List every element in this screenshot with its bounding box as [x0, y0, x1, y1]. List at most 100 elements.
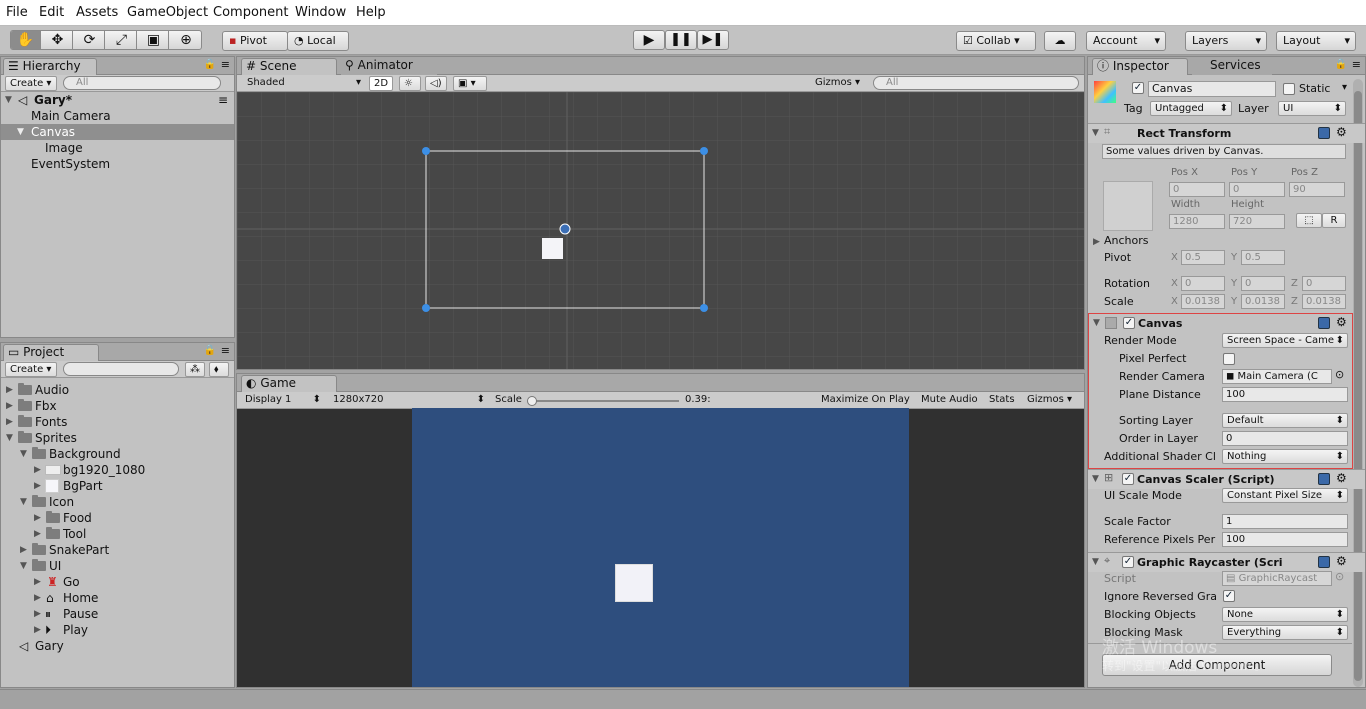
- tab-services[interactable]: Services: [1192, 58, 1272, 75]
- shading-dropdown[interactable]: Shaded ▾: [243, 76, 363, 91]
- mute-audio-toggle[interactable]: Mute Audio: [917, 393, 981, 408]
- expand-icon[interactable]: ▶: [34, 574, 41, 590]
- expand-icon[interactable]: ▶: [6, 382, 13, 398]
- transform-tool-icon[interactable]: ⊕: [171, 31, 201, 49]
- expand-icon[interactable]: ▼: [1092, 128, 1099, 138]
- pivot-button[interactable]: ▪ Pivot: [222, 31, 288, 51]
- play-button[interactable]: ▶: [633, 30, 665, 50]
- panel-menu-icon[interactable]: ≡: [1352, 58, 1361, 71]
- hierarchy-item[interactable]: Image: [1, 140, 234, 156]
- panel-menu-icon[interactable]: ≡: [221, 58, 230, 71]
- expand-icon[interactable]: ▼: [6, 430, 13, 446]
- scale-x-field[interactable]: 0.0138: [1181, 294, 1225, 309]
- hierarchy-create-button[interactable]: Create ▾: [5, 76, 57, 91]
- blocking-objects-dropdown[interactable]: None ⬍: [1222, 607, 1348, 622]
- menu-window[interactable]: Window: [295, 5, 346, 20]
- canvas-enabled-checkbox[interactable]: ✓: [1123, 317, 1135, 329]
- panel-menu-icon[interactable]: ≡: [221, 344, 230, 357]
- menu-gameobject[interactable]: GameObject: [127, 5, 208, 20]
- scene-root[interactable]: ▼ ◁ Gary* ≡: [1, 92, 234, 108]
- posz-field[interactable]: 90: [1289, 182, 1345, 197]
- inspector-scrollbar[interactable]: [1353, 79, 1363, 687]
- project-folder[interactable]: ▶ Fbx: [1, 398, 234, 414]
- tab-inspector[interactable]: ⓘ Inspector: [1092, 58, 1188, 75]
- posy-field[interactable]: 0: [1229, 182, 1285, 197]
- plane-distance-field[interactable]: 100: [1222, 387, 1348, 402]
- rotation-x-field[interactable]: 0: [1181, 276, 1225, 291]
- project-asset[interactable]: ▶ ⏸ Pause: [1, 606, 234, 622]
- project-asset[interactable]: ◁ Gary: [1, 638, 234, 654]
- filter-type-icon[interactable]: ⁂: [185, 362, 205, 377]
- collab-button[interactable]: ☑ Collab ▾: [956, 31, 1036, 51]
- tab-project[interactable]: ▭ Project: [3, 344, 99, 361]
- cloud-button[interactable]: ☁: [1044, 31, 1076, 51]
- expand-icon[interactable]: ▼: [17, 124, 24, 140]
- scene-viewport[interactable]: [237, 92, 1084, 369]
- project-asset[interactable]: ▶ ⌂ Home: [1, 590, 234, 606]
- rect-handle[interactable]: [422, 147, 430, 155]
- lock-icon[interactable]: 🔒: [204, 59, 216, 70]
- expand-icon[interactable]: ▼: [20, 558, 27, 574]
- hierarchy-search-input[interactable]: All: [63, 76, 221, 90]
- ignore-reversed-checkbox[interactable]: ✓: [1223, 590, 1235, 602]
- scale-slider[interactable]: [527, 396, 679, 406]
- audio-toggle[interactable]: ◁): [425, 76, 447, 91]
- project-folder[interactable]: ▶ Fonts: [1, 414, 234, 430]
- rect-transform-header[interactable]: ▼ ⌗ Rect Transform ⚙: [1088, 123, 1365, 143]
- tab-hierarchy[interactable]: ☰ Hierarchy: [3, 58, 97, 75]
- filter-label-icon[interactable]: ⬧: [209, 362, 229, 377]
- width-field[interactable]: 1280: [1169, 214, 1225, 229]
- rotate-tool-icon[interactable]: ⟳: [75, 31, 105, 49]
- raw-edit-button[interactable]: R: [1322, 213, 1346, 228]
- project-asset[interactable]: ▶ BgPart: [1, 478, 234, 494]
- project-folder[interactable]: ▶ SnakePart: [1, 542, 234, 558]
- project-folder[interactable]: ▶ Food: [1, 510, 234, 526]
- pixel-perfect-checkbox[interactable]: [1223, 353, 1235, 365]
- expand-icon[interactable]: ▶: [34, 590, 41, 606]
- project-folder[interactable]: ▼ Background: [1, 446, 234, 462]
- render-camera-field[interactable]: ◼ Main Camera (C: [1222, 369, 1332, 384]
- project-folder[interactable]: ▼ UI: [1, 558, 234, 574]
- project-folder[interactable]: ▶ Tool: [1, 526, 234, 542]
- hierarchy-item-selected[interactable]: ▼ Canvas: [1, 124, 234, 140]
- active-checkbox[interactable]: ✓: [1132, 82, 1144, 94]
- static-checkbox[interactable]: [1283, 83, 1295, 95]
- project-folder[interactable]: ▼ Sprites: [1, 430, 234, 446]
- rect-handle[interactable]: [422, 304, 430, 312]
- gameobject-name-field[interactable]: Canvas: [1148, 81, 1276, 97]
- hierarchy-item[interactable]: Main Camera: [1, 108, 234, 124]
- hand-tool-icon[interactable]: ✋: [11, 31, 41, 49]
- rect-handle[interactable]: [700, 304, 708, 312]
- gear-icon[interactable]: ⚙: [1336, 315, 1347, 329]
- menu-assets[interactable]: Assets: [76, 5, 118, 20]
- tag-dropdown[interactable]: Untagged ⬍: [1150, 101, 1232, 116]
- expand-icon[interactable]: ▶: [34, 606, 41, 622]
- game-view[interactable]: [412, 408, 909, 687]
- rotation-z-field[interactable]: 0: [1302, 276, 1346, 291]
- reference-pixels-field[interactable]: 100: [1222, 532, 1348, 547]
- raycaster-enabled-checkbox[interactable]: ✓: [1122, 556, 1134, 568]
- order-in-layer-field[interactable]: 0: [1222, 431, 1348, 446]
- project-folder[interactable]: ▶ Audio: [1, 382, 234, 398]
- blocking-mask-dropdown[interactable]: Everything ⬍: [1222, 625, 1348, 640]
- layer-dropdown[interactable]: UI ⬍: [1278, 101, 1346, 116]
- posx-field[interactable]: 0: [1169, 182, 1225, 197]
- pause-button[interactable]: ❚❚: [665, 30, 697, 50]
- expand-icon[interactable]: ▼: [1093, 318, 1100, 328]
- project-create-button[interactable]: Create ▾: [5, 362, 57, 377]
- rect-tool-icon[interactable]: ▣: [139, 31, 169, 49]
- account-dropdown[interactable]: Account ▾: [1086, 31, 1166, 51]
- rect-handle[interactable]: [700, 147, 708, 155]
- scale-factor-field[interactable]: 1: [1222, 514, 1348, 529]
- canvas-scaler-header[interactable]: ▼ ⊞ ✓ Canvas Scaler (Script) ⚙: [1088, 469, 1365, 489]
- maximize-on-play-toggle[interactable]: Maximize On Play: [817, 393, 913, 408]
- layers-dropdown[interactable]: Layers ▾: [1185, 31, 1267, 51]
- expand-icon[interactable]: ▶: [34, 478, 41, 494]
- menu-edit[interactable]: Edit: [39, 5, 64, 20]
- gizmos-dropdown[interactable]: Gizmos ▾: [811, 76, 867, 91]
- scale-z-field[interactable]: 0.0138: [1302, 294, 1346, 309]
- effects-dropdown[interactable]: ▣ ▾: [453, 76, 487, 91]
- canvas-component-header[interactable]: ▼ ✓ Canvas ⚙: [1089, 314, 1352, 334]
- lighting-toggle[interactable]: ☼: [399, 76, 421, 91]
- sorting-layer-dropdown[interactable]: Default ⬍: [1222, 413, 1348, 428]
